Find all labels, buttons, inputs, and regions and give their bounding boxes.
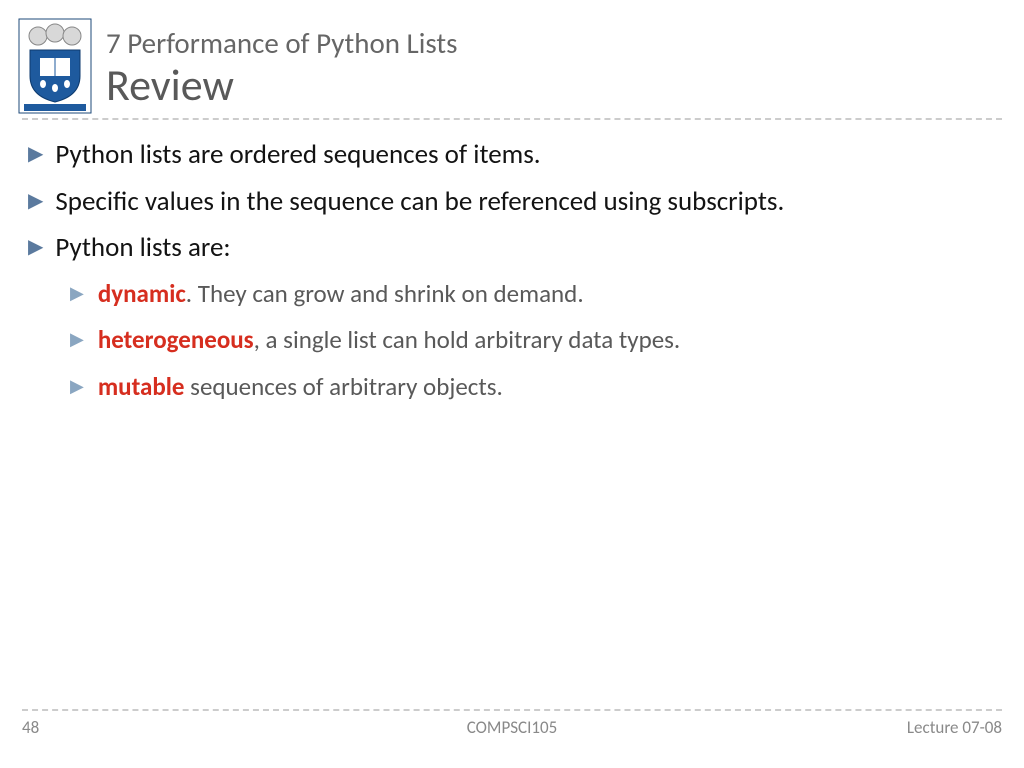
triangle-bullet-icon: ▶ [70,278,84,308]
sub-bullet-rest: sequences of arbitrary objects. [185,371,503,402]
sub-bullet-rest: . They can grow and shrink on demand. [186,278,584,309]
sub-bullet-rest: , a single list can hold arbitrary data … [254,324,681,355]
sub-bullet-list: ▶ dynamic. They can grow and shrink on d… [28,278,996,404]
course-code: COMPSCI105 [467,717,558,738]
lecture-number: Lecture 07-08 [907,717,1002,738]
sub-bullet-text: heterogeneous, a single list can hold ar… [98,324,680,357]
slide-supertitle: 7 Performance of Python Lists [106,26,457,61]
university-crest-logo [18,18,92,114]
highlight-term: heterogeneous [98,324,254,355]
bullet-item: ▶ Specific values in the sequence can be… [28,185,996,220]
bullet-text: Python lists are: [55,231,230,266]
page-number: 48 [22,717,39,738]
highlight-term: dynamic [98,278,186,309]
triangle-bullet-icon: ▶ [28,231,43,263]
triangle-bullet-icon: ▶ [70,324,84,354]
bullet-item: ▶ Python lists are: [28,231,996,266]
sub-bullet-text: dynamic. They can grow and shrink on dem… [98,278,584,311]
slide-content: ▶ Python lists are ordered sequences of … [0,120,1024,403]
bullet-item: ▶ Python lists are ordered sequences of … [28,138,996,173]
footer-divider [22,709,1002,711]
highlight-term: mutable [98,371,185,402]
triangle-bullet-icon: ▶ [70,371,84,401]
triangle-bullet-icon: ▶ [28,138,43,170]
sub-bullet-text: mutable sequences of arbitrary objects. [98,371,503,404]
bullet-text: Python lists are ordered sequences of it… [55,138,540,173]
slide-title: Review [106,61,457,109]
bullet-text: Specific values in the sequence can be r… [55,185,784,220]
sub-bullet-item: ▶ mutable sequences of arbitrary objects… [70,371,996,404]
footer-row: 48 COMPSCI105 Lecture 07-08 [0,717,1024,738]
slide-footer: 48 COMPSCI105 Lecture 07-08 [0,709,1024,738]
triangle-bullet-icon: ▶ [28,185,43,217]
sub-bullet-item: ▶ dynamic. They can grow and shrink on d… [70,278,996,311]
sub-bullet-item: ▶ heterogeneous, a single list can hold … [70,324,996,357]
slide-header: 7 Performance of Python Lists Review [0,0,1024,114]
title-block: 7 Performance of Python Lists Review [106,18,457,109]
